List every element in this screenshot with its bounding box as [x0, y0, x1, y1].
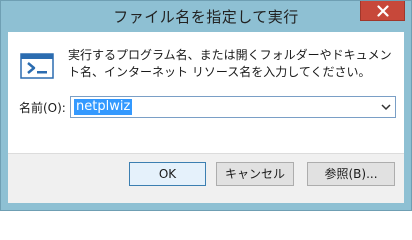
open-input-value[interactable]: netplwiz [74, 99, 133, 115]
browse-button[interactable]: 参照(B)... [307, 162, 395, 186]
open-combobox[interactable]: netplwiz [70, 96, 396, 118]
cancel-button[interactable]: キャンセル [216, 162, 294, 186]
chevron-down-icon[interactable] [381, 103, 391, 111]
run-dialog-window: ファイル名を指定して実行 実行するプログラム名、または開くフォルダーやドキュメン… [0, 0, 412, 211]
close-button[interactable] [360, 1, 405, 21]
ok-button[interactable]: OK [129, 162, 206, 186]
open-label: 名前(O): [19, 101, 66, 115]
title-bar[interactable]: ファイル名を指定して実行 [1, 1, 411, 32]
window-title: ファイル名を指定して実行 [113, 8, 299, 26]
dialog-description: 実行するプログラム名、または開くフォルダーやドキュメント名、インターネット リソ… [68, 48, 392, 79]
run-dialog-icon [20, 53, 54, 79]
dialog-body: 実行するプログラム名、または開くフォルダーやドキュメント名、インターネット リソ… [8, 32, 404, 203]
close-icon [376, 4, 389, 17]
